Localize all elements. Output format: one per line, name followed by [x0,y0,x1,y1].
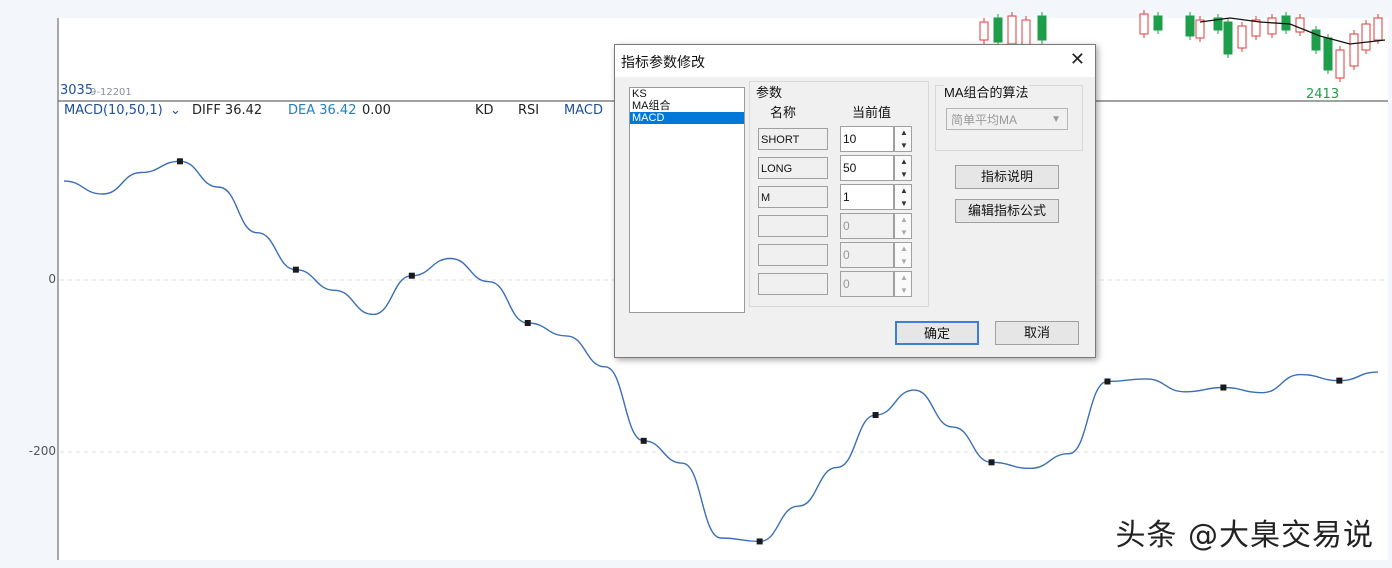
candle-body [1361,23,1371,51]
spin-up-icon: ▲ [900,215,908,224]
param-value-input[interactable]: 10 [840,126,894,152]
candle-body [1139,13,1149,35]
spin-down-icon[interactable]: ▼ [900,199,908,208]
spin-down-icon: ▼ [900,228,908,237]
spin-up-icon: ▲ [900,273,908,282]
tab-kd[interactable]: KD [475,103,494,118]
data-point-marker [176,158,183,165]
param-name-field [758,273,828,295]
candle-body [1021,19,1031,47]
data-point-marker [756,538,763,545]
param-name-field: LONG [758,157,828,179]
data-point-marker [1220,384,1227,391]
candle-body [1323,37,1333,71]
chevron-down-icon[interactable]: ⌄ [170,103,181,118]
spin-down-icon[interactable]: ▼ [900,141,908,150]
param-name-field: SHORT [758,128,828,150]
candle-body [1185,15,1195,37]
data-point-marker [408,272,415,279]
cancel-button[interactable]: 取消 [995,321,1079,345]
macd-value: 0.00 [362,103,391,118]
data-point-marker [640,437,647,444]
candle-body [979,21,989,41]
stock-code-label: 3035 [60,83,94,98]
ok-button[interactable]: 确定 [895,321,979,345]
ma-group-label: MA组合的算法 [944,82,1029,101]
col-value-header: 当前值 [852,105,892,120]
candle-body [1195,19,1205,39]
candle-body [1349,33,1359,67]
spin-down-icon: ▼ [900,286,908,295]
chevron-down-icon: ▼ [1051,114,1061,125]
candle-body [1007,15,1017,45]
spin-up-icon[interactable]: ▲ [900,186,908,195]
candle-body [1335,49,1345,79]
dialog-titlebar[interactable]: 指标参数修改 ✕ [615,45,1095,77]
indicator-description-button[interactable]: 指标说明 [955,165,1059,189]
indicator-list[interactable]: KS MA组合 MACD [629,87,745,313]
spin-down-icon: ▼ [900,257,908,266]
spin-down-icon[interactable]: ▼ [900,170,908,179]
candle-body [1267,17,1277,35]
data-point-marker [872,412,879,419]
param-value-input[interactable]: 50 [840,155,894,181]
param-value-input: 0 [840,213,894,239]
params-group: 参数 名称 当前值 SHORT 10 ▲ ▼ LONG 50 ▲ ▼ M 1 ▲ ▼ 0 ▲ ▼ 0 ▲ ▼ 0 ▲ ▼ [749,81,929,307]
param-name-field [758,215,828,237]
param-name-field: M [758,186,828,208]
y-tick-label: 0 [48,272,56,286]
close-icon[interactable]: ✕ [1070,49,1085,70]
data-point-marker [1104,378,1111,385]
spinner-icon[interactable]: ▲ ▼ [894,126,912,152]
spin-up-icon: ▲ [900,244,908,253]
spinner-icon[interactable]: ▲ ▼ [894,155,912,181]
spinner-icon[interactable]: ▲ ▼ [894,184,912,210]
params-group-label: 参数 [756,85,783,100]
ma-algorithm-select[interactable]: 简单平均MA ▼ [946,108,1068,130]
spinner-icon: ▲ ▼ [894,271,912,297]
data-point-marker [292,266,299,273]
indicator-item[interactable]: MA组合 [630,100,744,112]
data-point-marker [524,320,531,326]
param-value-input: 0 [840,242,894,268]
price-label: 2413 [1306,87,1339,102]
indicator-item[interactable]: KS [630,88,744,100]
param-value-input[interactable]: 1 [840,184,894,210]
diff-value: DIFF 36.42 [192,103,263,118]
ma-algorithm-value: 简单平均MA [951,113,1018,127]
param-name-field [758,244,828,266]
edit-formula-button[interactable]: 编辑指标公式 [955,199,1059,223]
candle-body [1037,15,1047,41]
ma-algorithm-group: MA组合的算法 简单平均MA ▼ [935,82,1083,151]
spin-up-icon[interactable]: ▲ [900,157,908,166]
dialog-title: 指标参数修改 [621,54,705,70]
tab-rsi[interactable]: RSI [518,103,539,118]
param-dialog: 指标参数修改 ✕ KS MA组合 MACD 参数 名称 当前值 SHORT 10 ▲… [614,44,1096,358]
watermark: 头条 @大臬交易说 [1115,518,1374,553]
y-tick-label: -200 [28,444,56,458]
tab-macd[interactable]: MACD [564,103,603,118]
spin-up-icon[interactable]: ▲ [900,128,908,137]
indicator-item-selected[interactable]: MACD [630,112,744,124]
indicator-selector[interactable]: MACD(10,50,1) [64,103,163,118]
stock-code-sub: 9-12201 [90,87,132,98]
candle-body [1237,25,1247,49]
candle-body [1223,21,1233,55]
candle-body [1153,15,1163,31]
spinner-icon: ▲ ▼ [894,213,912,239]
candle-body [1295,17,1305,33]
candle-body [993,17,1003,43]
col-name-header: 名称 [770,105,797,120]
data-point-marker [1336,377,1343,384]
data-point-marker [988,459,995,466]
param-value-input: 0 [840,271,894,297]
dea-value: DEA 36.42 [288,103,357,118]
spinner-icon: ▲ ▼ [894,242,912,268]
candle-body [1373,17,1383,41]
